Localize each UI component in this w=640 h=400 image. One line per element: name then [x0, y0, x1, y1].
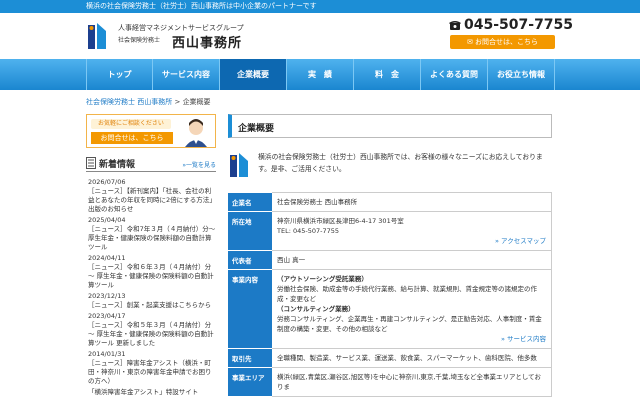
news-item[interactable]: 2014/01/31 ［ニュース］障害年金アシスト（横浜・町田・神奈川・東京の障害… [88, 350, 216, 386]
row-label: 代表者 [228, 250, 272, 270]
company-info-table: 企業名 社会保険労務士 西山事務所 所在地 神奈川県横浜市緑区長津田6-4-17… [228, 192, 552, 397]
table-row: 事業エリア 横浜(緑区,青葉区,瀬谷区,旭区等)を中心に神奈川,東京,千葉,埼玉… [228, 367, 552, 397]
news-document-icon [86, 157, 96, 169]
news-item[interactable]: 2026/07/06 ［ニュース］【新刊案内】「社長、会社の利益とあなたの年収を同… [88, 178, 216, 214]
row-value: （アウトソーシング受託業務） 労働社会保険、助成金等の手続代行業務、給与計算、就… [272, 269, 552, 349]
table-row: 所在地 神奈川県横浜市緑区長津田6-4-17 301号室 TEL: 045-50… [228, 211, 552, 251]
news-date: 2023/04/17 [88, 312, 126, 320]
table-row: 企業名 社会保険労務士 西山事務所 [228, 192, 552, 212]
mail-icon: ✉ [466, 38, 476, 46]
site-header: 人事経営マネジメントサービスグループ 社会保険労務士 西山事務所 045-507… [0, 13, 640, 58]
row-value: 西山 真一 [272, 250, 552, 270]
news-item[interactable]: 2025/04/04 ［ニュース］令和7年３月（４月納付）分～ 厚生年金・健康保険… [88, 216, 216, 252]
tel-text: TEL: 045-507-7755 [277, 227, 340, 235]
news-date: 2026/07/06 [88, 178, 126, 186]
row-label: 事業エリア [228, 367, 272, 397]
breadcrumb-home-link[interactable]: 社会保険労務士 西山事務所 [86, 98, 172, 106]
news-text[interactable]: ［ニュース］令和５年３月（４月納付）分～ 厚生年金・健康保険の保険料額の自動計算… [88, 321, 216, 348]
phone-number: 045-507-7755 [464, 17, 574, 33]
service-link-label: サービス内容 [507, 335, 546, 343]
table-row: 事業内容 （アウトソーシング受託業務） 労働社会保険、助成金等の手続代行業務、給… [228, 269, 552, 349]
news-item[interactable]: 「横浜障害年金アシスト」特設サイト [88, 388, 216, 397]
row-label: 事業内容 [228, 269, 272, 349]
news-more-label: 一覧を見る [185, 162, 216, 169]
business-text: 労務コンサルティング、企業再生・再建コンサルティング、是正勧告対応、人事制度・賃… [277, 315, 542, 333]
nav-item-services[interactable]: サービス内容 [153, 59, 220, 90]
business-subheading: （アウトソーシング受託業務） [277, 275, 368, 283]
news-text[interactable]: 「横浜障害年金アシスト」特設サイト [88, 388, 216, 397]
main-navigation: トップ サービス内容 企業概要 実 績 料 金 よくある質問 お役立ち情報 [0, 59, 640, 90]
staff-photo-icon [185, 119, 207, 147]
nav-item-faq[interactable]: よくある質問 [421, 59, 488, 90]
business-text: 労働社会保険、助成金等の手続代行業務、給与計算、就業規則、賃金規定等の諸規定の作… [277, 285, 537, 303]
breadcrumb: 社会保険労務士 西山事務所 > 企業概要 [86, 97, 211, 107]
nav-item-company[interactable]: 企業概要 [220, 59, 287, 90]
access-map-link[interactable]: » アクセスマップ [277, 236, 546, 246]
nav-item-top[interactable]: トップ [86, 59, 153, 90]
intro-text: 横浜の社会保険労務士（社労士）西山事務所では、お客様の様々なニーズにお応えしてお… [258, 153, 543, 173]
news-title: 新着情報 [99, 160, 136, 170]
news-text[interactable]: ［ニュース］障害年金アシスト（横浜・町田・神奈川・東京の障害年金申請でお困りの方… [88, 359, 216, 386]
content-header: 企業概要 [228, 114, 552, 138]
sidebar-contact-banner[interactable]: お気軽にご相談ください お問合せは、こちら [86, 114, 216, 148]
header-contact-button[interactable]: ✉ お問合せは、こちら [450, 35, 555, 49]
news-date: 2014/01/31 [88, 350, 126, 358]
table-row: 代表者 西山 真一 [228, 250, 552, 270]
table-row: 取引先 全職種関、製造業、サービス業、運送業、飲食業、スパーマーケット、歯科医院… [228, 348, 552, 368]
news-date: 2023/12/13 [88, 292, 126, 300]
address-text: 神奈川県横浜市緑区長津田6-4-17 301号室 [277, 217, 404, 225]
access-map-label: アクセスマップ [501, 237, 546, 245]
news-text[interactable]: ［ニュース］令和６年３月（４月納付）分～ 厚生年金・健康保険の保険料額の自動計算… [88, 263, 216, 290]
office-logo-icon[interactable] [86, 21, 108, 51]
news-date: 2025/04/04 [88, 216, 126, 224]
breadcrumb-separator: > [172, 98, 183, 106]
news-more-link[interactable]: »一覧を見る [182, 160, 216, 169]
news-date: 2024/04/11 [88, 254, 126, 262]
news-text[interactable]: ［ニュース］令和7年３月（４月納付）分～ 厚生年金・健康保険の保険料額の自動計算… [88, 225, 216, 252]
top-tagline-text: 横浜の社会保険労務士（社労士）西山事務所は中小企業のパートナーです [86, 2, 317, 10]
row-value: 社会保険労務士 西山事務所 [272, 192, 552, 212]
breadcrumb-current: 企業概要 [182, 98, 211, 106]
row-label: 取引先 [228, 348, 272, 368]
news-text[interactable]: ［ニュース］創業・起業支援はこちらから [88, 301, 216, 310]
intro-block: 横浜の社会保険労務士（社労士）西山事務所では、お客様の様々なニーズにお応えしてお… [228, 147, 552, 181]
row-value: 横浜(緑区,青葉区,瀬谷区,旭区等)を中心に神奈川,東京,千葉,埼玉など全事業エ… [272, 367, 552, 397]
row-value: 全職種関、製造業、サービス業、運送業、飲食業、スパーマーケット、歯科医院、他多数 [272, 348, 552, 368]
service-link[interactable]: » サービス内容 [277, 334, 546, 344]
news-item[interactable]: 2023/04/17 ［ニュース］令和５年３月（４月納付）分～ 厚生年金・健康保険… [88, 312, 216, 348]
banner-consult-label: お気軽にご相談ください [91, 119, 171, 129]
news-text[interactable]: ［ニュース］【新刊案内】「社長、会社の利益とあなたの年収を同時に2倍にする方法」… [88, 187, 216, 214]
business-subheading: （コンサルティング業務） [277, 305, 355, 313]
news-item[interactable]: 2023/12/13 ［ニュース］創業・起業支援はこちらから [88, 292, 216, 310]
row-label: 企業名 [228, 192, 272, 212]
nav-item-useful-info[interactable]: お役立ち情報 [488, 59, 555, 90]
news-header: 新着情報 »一覧を見る [86, 156, 216, 172]
banner-contact-button[interactable]: お問合せは、こちら [91, 132, 173, 144]
office-logo-icon [230, 153, 248, 177]
top-tagline-bar: 横浜の社会保険労務士（社労士）西山事務所は中小企業のパートナーです [0, 0, 640, 13]
row-label: 所在地 [228, 211, 272, 251]
page-title: 企業概要 [238, 124, 275, 134]
nav-item-fees[interactable]: 料 金 [354, 59, 421, 90]
logo-office-name[interactable]: 西山事務所 [172, 32, 242, 51]
logo-office-type: 社会保険労務士 [118, 37, 161, 44]
news-item[interactable]: 2024/04/11 ［ニュース］令和６年３月（４月納付）分～ 厚生年金・健康保険… [88, 254, 216, 290]
header-phone: 045-507-7755 [449, 17, 573, 33]
row-value: 神奈川県横浜市緑区長津田6-4-17 301号室 TEL: 045-507-77… [272, 211, 552, 251]
news-list: 2026/07/06 ［ニュース］【新刊案内】「社長、会社の利益とあなたの年収を同… [88, 178, 216, 400]
phone-icon [449, 21, 461, 30]
header-contact-label: お問合せは、こちら [475, 38, 539, 46]
nav-item-results[interactable]: 実 績 [287, 59, 354, 90]
